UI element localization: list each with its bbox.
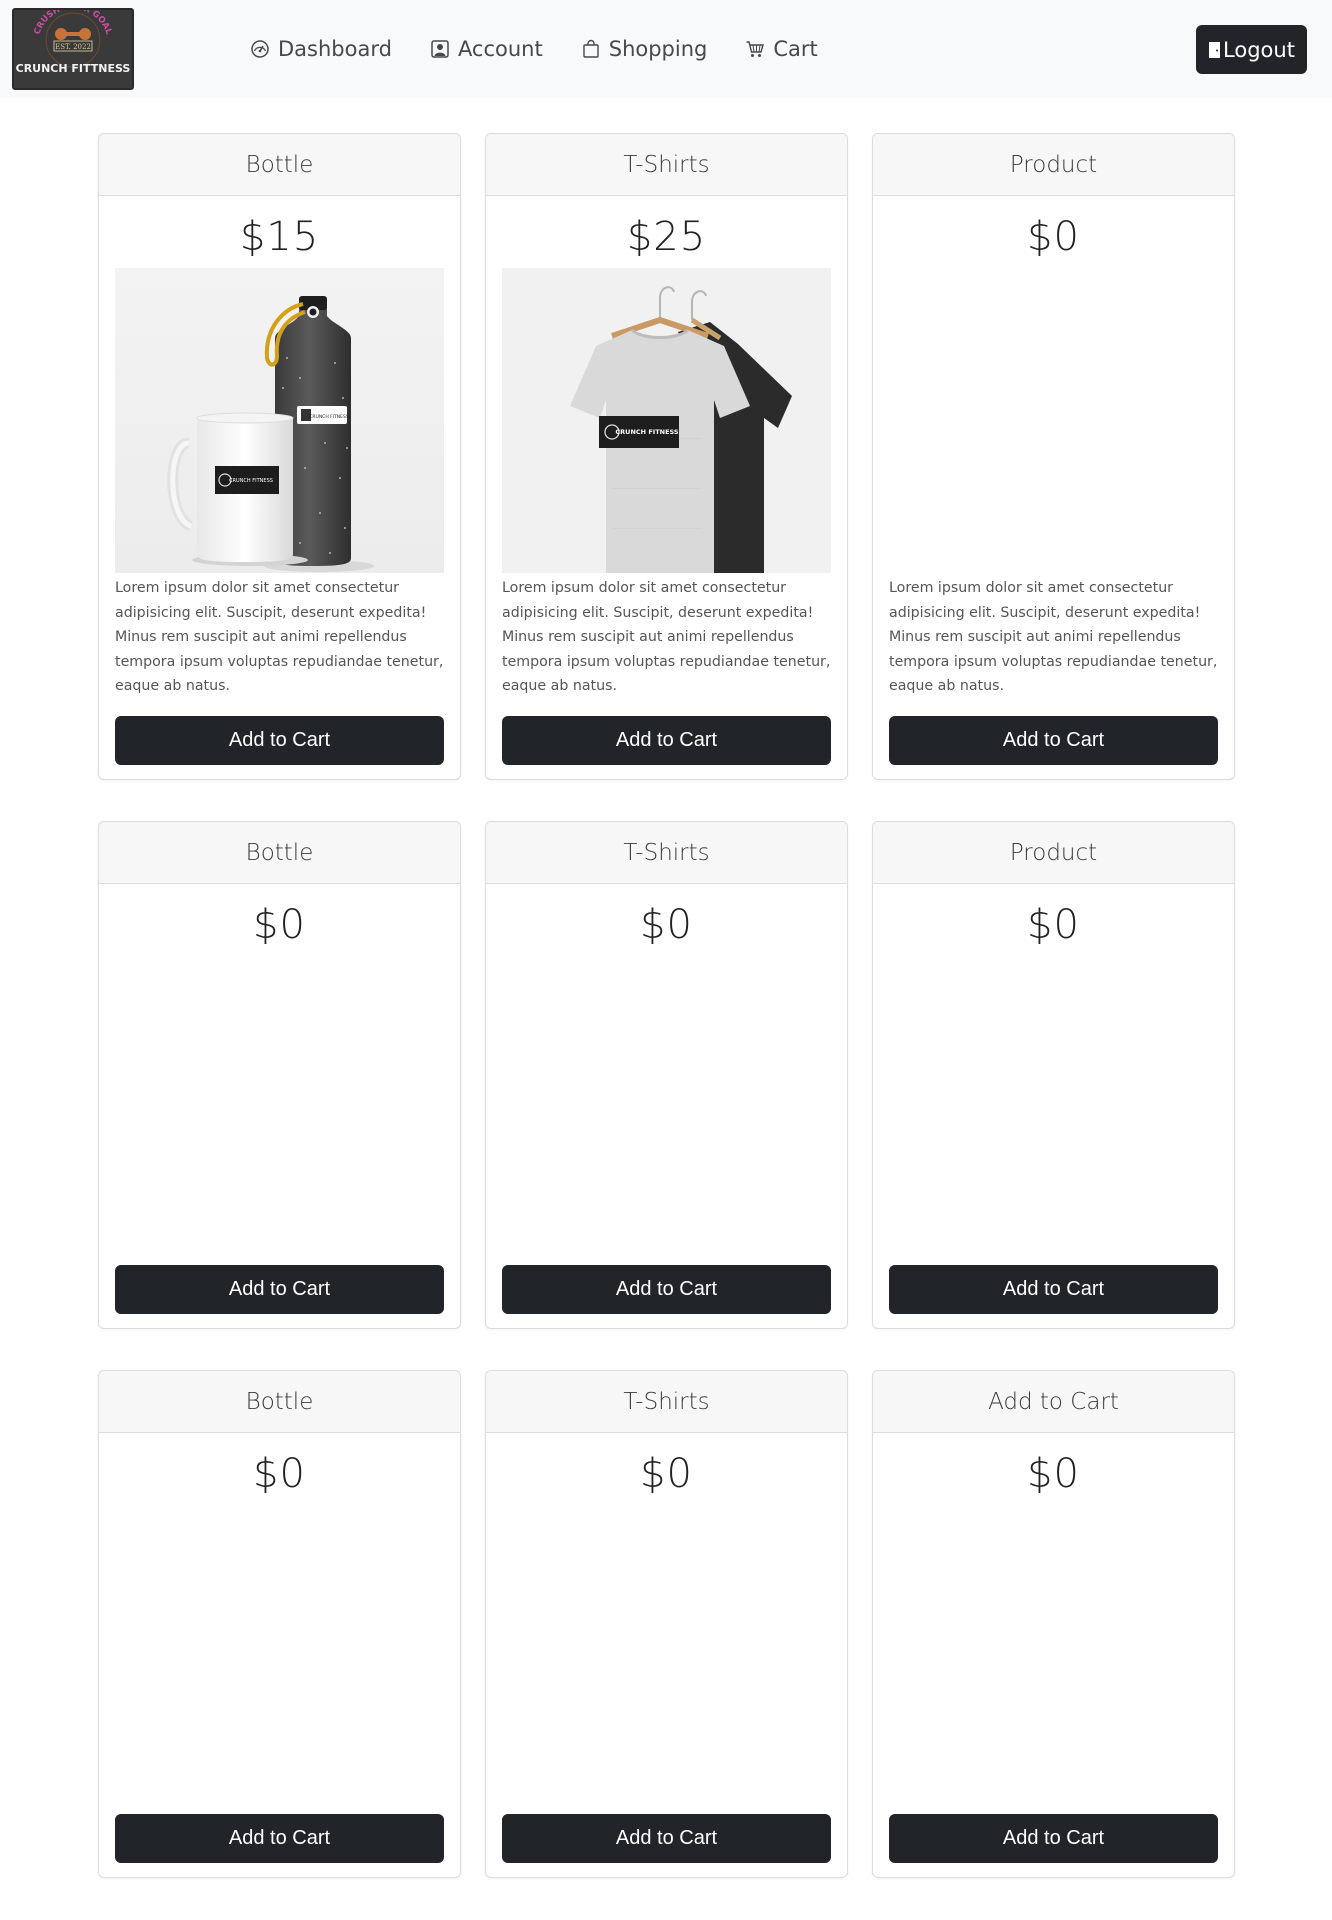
- card-title: Bottle: [99, 822, 460, 884]
- add-to-cart-button[interactable]: Add to Cart: [502, 716, 831, 765]
- product-price: $0: [253, 902, 306, 948]
- card-title: T-Shirts: [486, 134, 847, 196]
- nav-link-label: Shopping: [608, 37, 708, 61]
- person-square-icon: [430, 39, 450, 59]
- product-price: $0: [640, 902, 693, 948]
- brand-logo[interactable]: CRUSH YOUR GOAL EST. 2022 CRUNCH FITTNES…: [12, 8, 134, 90]
- product-card: T-Shirts $0 Add to Cart: [485, 1370, 848, 1878]
- card-title: Product: [873, 134, 1234, 196]
- product-price: $0: [253, 1451, 306, 1497]
- add-to-cart-button[interactable]: Add to Cart: [889, 1265, 1218, 1314]
- mug-label-text: CRUNCH FITNESS: [229, 478, 273, 484]
- card-title: Product: [873, 822, 1234, 884]
- door-icon: [1208, 41, 1221, 59]
- svg-text:CRUNCH FITTNESS: CRUNCH FITTNESS: [16, 62, 131, 75]
- card-title: T-Shirts: [486, 1371, 847, 1433]
- add-to-cart-button[interactable]: Add to Cart: [115, 716, 444, 765]
- add-to-cart-button[interactable]: Add to Cart: [502, 1265, 831, 1314]
- add-to-cart-button[interactable]: Add to Cart: [115, 1814, 444, 1863]
- product-card: Bottle $0 Add to Cart: [98, 1370, 461, 1878]
- product-card: Product $0 Add to Cart: [872, 821, 1235, 1329]
- add-to-cart-button[interactable]: Add to Cart: [889, 716, 1218, 765]
- nav-link-dashboard[interactable]: Dashboard: [250, 37, 392, 61]
- navbar: CRUSH YOUR GOAL EST. 2022 CRUNCH FITTNES…: [0, 0, 1332, 98]
- logout-label: Logout: [1223, 37, 1295, 62]
- logout-button[interactable]: Logout: [1196, 25, 1307, 74]
- speedometer-icon: [250, 39, 270, 59]
- card-title: Bottle: [99, 134, 460, 196]
- svg-text:EST. 2022: EST. 2022: [55, 43, 91, 51]
- product-card: Product $0 Lorem ipsum dolor sit amet co…: [872, 133, 1235, 780]
- product-price: $0: [640, 1451, 693, 1497]
- nav-link-label: Account: [457, 37, 543, 61]
- card-title: Add to Cart: [873, 1371, 1234, 1433]
- product-price: $0: [1027, 902, 1080, 948]
- product-card: T-Shirts $0 Add to Cart: [485, 821, 848, 1329]
- product-card: T-Shirts $25 CRUNCH FITNESS Lorem ipsum …: [485, 133, 848, 780]
- card-title: T-Shirts: [486, 822, 847, 884]
- product-price: $25: [626, 214, 707, 260]
- product-price: $0: [1027, 214, 1080, 260]
- add-to-cart-button[interactable]: Add to Cart: [889, 1814, 1218, 1863]
- add-to-cart-button[interactable]: Add to Cart: [115, 1265, 444, 1314]
- nav-link-shopping[interactable]: Shopping: [581, 37, 708, 61]
- nav-link-cart[interactable]: Cart: [745, 37, 818, 61]
- product-image-bottle-and-mug: CRUNCH FITNESS CRUNCH FITNESS: [115, 268, 444, 573]
- product-price: $0: [1027, 1451, 1080, 1497]
- product-card: Bottle $15 CRUNCH FITNESS CRUNCH FITNESS…: [98, 133, 461, 780]
- card-title: Bottle: [99, 1371, 460, 1433]
- bag-icon: [581, 39, 601, 59]
- nav-link-label: Dashboard: [278, 37, 392, 61]
- product-card: Bottle $0 Add to Cart: [98, 821, 461, 1329]
- product-description: Lorem ipsum dolor sit amet consectetur a…: [502, 580, 831, 694]
- product-price: $15: [239, 214, 320, 260]
- add-to-cart-button[interactable]: Add to Cart: [502, 1814, 831, 1863]
- tshirt-label-text: CRUNCH FITNESS: [615, 428, 679, 436]
- product-card: Add to Cart $0 Add to Cart: [872, 1370, 1235, 1878]
- bottle-label-text: CRUNCH FITNESS: [309, 414, 349, 420]
- product-image-t-shirts-on-hangers: CRUNCH FITNESS: [502, 268, 831, 573]
- nav-link-account[interactable]: Account: [430, 37, 543, 61]
- product-description: Lorem ipsum dolor sit amet consectetur a…: [889, 580, 1218, 694]
- nav-link-label: Cart: [773, 37, 818, 61]
- nav-links: Dashboard Account Shopping Cart: [250, 0, 856, 98]
- product-description: Lorem ipsum dolor sit amet consectetur a…: [115, 580, 444, 694]
- cart-icon: [745, 39, 765, 59]
